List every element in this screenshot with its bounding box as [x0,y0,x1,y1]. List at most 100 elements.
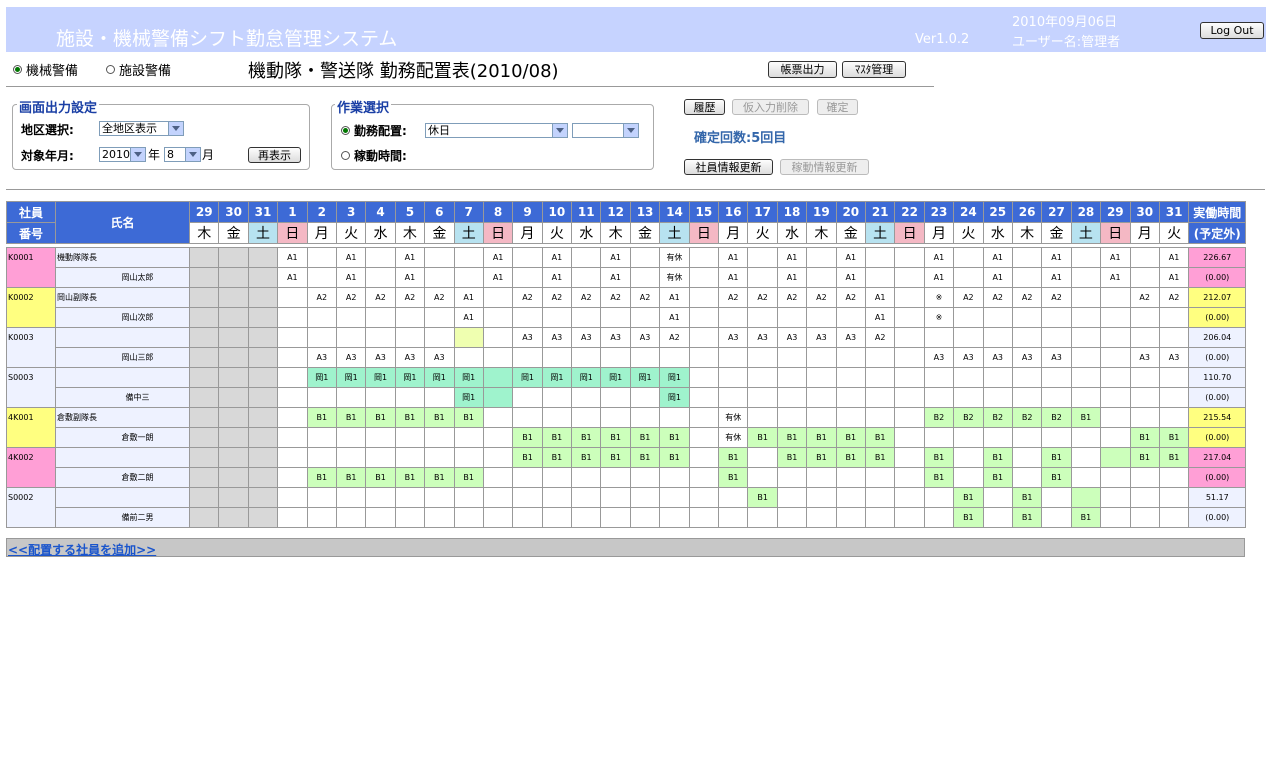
schedule-cell[interactable]: B2 [953,407,984,428]
schedule-cell[interactable] [453,427,484,448]
schedule-cell[interactable]: A1 [659,287,690,308]
schedule-cell[interactable] [806,487,837,508]
schedule-cell[interactable]: B1 [1011,507,1043,528]
schedule-cell[interactable] [688,487,720,508]
schedule-cell[interactable] [659,467,690,488]
schedule-cell[interactable] [424,307,455,328]
schedule-cell[interactable] [277,507,308,528]
schedule-cell[interactable] [629,247,661,268]
schedule-cell[interactable] [806,407,837,428]
schedule-cell[interactable] [335,307,367,328]
schedule-cell[interactable] [1100,487,1131,508]
schedule-cell[interactable]: 岡1 [394,367,426,388]
schedule-cell[interactable] [1011,307,1043,328]
schedule-cell[interactable] [365,507,396,528]
schedule-cell[interactable]: 有休 [718,427,749,448]
activity-info-update-button[interactable]: 稼動情報更新 [780,159,869,175]
schedule-cell[interactable]: 岡1 [453,367,484,388]
schedule-cell[interactable] [1070,267,1102,288]
schedule-cell[interactable] [306,267,337,288]
schedule-cell[interactable] [541,407,573,428]
schedule-cell[interactable] [306,507,337,528]
schedule-cell[interactable] [541,347,573,368]
schedule-cell[interactable] [718,347,749,368]
history-button[interactable]: 履歴 [684,99,725,115]
schedule-cell[interactable]: 岡1 [306,367,337,388]
schedule-cell[interactable]: B1 [747,427,778,448]
schedule-cell[interactable]: B1 [835,447,866,468]
schedule-cell[interactable]: A1 [923,267,955,288]
schedule-cell[interactable] [923,367,955,388]
schedule-cell[interactable] [365,327,396,348]
schedule-cell[interactable] [1011,447,1043,468]
schedule-cell[interactable] [864,247,896,268]
schedule-cell[interactable]: A2 [335,287,367,308]
schedule-cell[interactable] [306,427,337,448]
schedule-cell[interactable] [953,247,984,268]
schedule-cell[interactable]: A1 [1158,247,1190,268]
schedule-cell[interactable]: A1 [277,267,308,288]
schedule-cell[interactable] [1041,427,1072,448]
schedule-cell[interactable] [688,267,720,288]
schedule-cell[interactable]: B1 [1129,427,1160,448]
schedule-cell[interactable] [747,367,778,388]
schedule-cell[interactable] [835,487,866,508]
schedule-cell[interactable]: B1 [512,427,543,448]
schedule-cell[interactable] [335,327,367,348]
report-output-button[interactable]: 帳票出力 [768,61,837,78]
schedule-cell[interactable] [335,447,367,468]
schedule-cell[interactable]: B1 [1158,427,1190,448]
schedule-cell[interactable] [806,387,837,408]
schedule-cell[interactable]: 岡1 [659,367,690,388]
schedule-cell[interactable] [864,267,896,288]
schedule-cell[interactable]: A1 [982,267,1013,288]
schedule-cell[interactable]: 岡1 [571,367,602,388]
schedule-cell[interactable] [688,327,720,348]
logout-button[interactable]: Log Out [1200,22,1264,39]
schedule-cell[interactable]: B1 [541,447,573,468]
schedule-cell[interactable] [953,387,984,408]
schedule-cell[interactable] [894,387,925,408]
schedule-cell[interactable] [571,387,602,408]
schedule-cell[interactable] [688,247,720,268]
schedule-cell[interactable]: A1 [1158,267,1190,288]
schedule-cell[interactable] [629,387,661,408]
schedule-cell[interactable] [688,307,720,328]
schedule-cell[interactable] [512,347,543,368]
schedule-cell[interactable] [1100,367,1131,388]
schedule-cell[interactable] [1100,307,1131,328]
schedule-cell[interactable]: B1 [629,427,661,448]
schedule-cell[interactable] [512,267,543,288]
schedule-cell[interactable] [835,387,866,408]
schedule-cell[interactable] [718,487,749,508]
schedule-cell[interactable]: B1 [864,427,896,448]
schedule-cell[interactable] [894,307,925,328]
schedule-cell[interactable] [482,487,514,508]
schedule-cell[interactable] [806,247,837,268]
schedule-cell[interactable] [747,407,778,428]
schedule-cell[interactable] [629,307,661,328]
schedule-cell[interactable] [688,287,720,308]
schedule-cell[interactable] [806,267,837,288]
schedule-cell[interactable]: 岡1 [453,387,484,408]
schedule-cell[interactable] [894,487,925,508]
schedule-cell[interactable] [1070,427,1102,448]
schedule-cell[interactable] [894,407,925,428]
schedule-cell[interactable] [747,507,778,528]
schedule-cell[interactable]: A2 [806,287,837,308]
schedule-cell[interactable] [453,267,484,288]
schedule-cell[interactable]: A1 [541,247,573,268]
schedule-cell[interactable] [953,307,984,328]
schedule-cell[interactable] [982,427,1013,448]
schedule-cell[interactable] [953,447,984,468]
schedule-cell[interactable]: A1 [864,307,896,328]
schedule-cell[interactable] [1070,247,1102,268]
schedule-cell[interactable]: B1 [718,447,749,468]
schedule-cell[interactable]: B1 [571,447,602,468]
schedule-cell[interactable]: B1 [365,407,396,428]
schedule-cell[interactable]: A2 [1011,287,1043,308]
schedule-cell[interactable] [482,307,514,328]
schedule-cell[interactable] [953,267,984,288]
schedule-cell[interactable] [1041,307,1072,328]
schedule-cell[interactable] [1041,367,1072,388]
